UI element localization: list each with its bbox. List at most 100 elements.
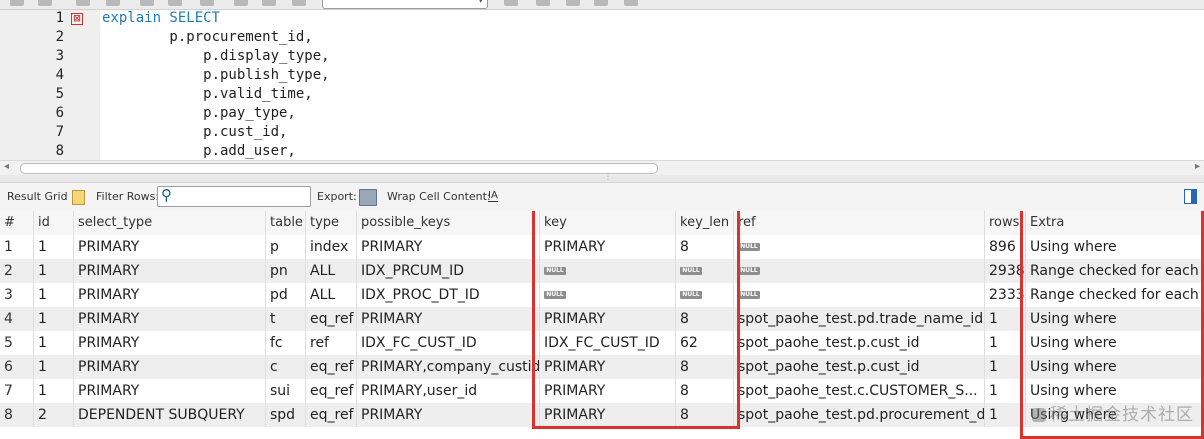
cell-key-len[interactable]: NULL — [676, 259, 734, 283]
cell-ref[interactable]: NULL — [734, 259, 985, 283]
open-icon[interactable] — [10, 0, 24, 6]
cell-table[interactable]: t — [266, 307, 306, 331]
cell-key[interactable]: NULL — [540, 283, 676, 307]
table-row[interactable]: 2 1 PRIMARY pn ALL IDX_PRCUM_ID NULL NULL NULL 29… — [0, 259, 1204, 283]
cell-type[interactable]: eq_ref — [306, 403, 357, 427]
cell-key-len[interactable]: NULL — [676, 283, 734, 307]
cell-extra[interactable]: Using where — [1026, 355, 1204, 379]
rollback-icon[interactable] — [262, 0, 276, 6]
table-row[interactable]: 5 1 PRIMARY fc ref IDX_FC_CUST_ID IDX_FC_CUST_… — [0, 331, 1204, 355]
cell-type[interactable]: eq_ref — [306, 379, 357, 403]
filter-rows-input[interactable]: ⚲ — [157, 186, 311, 207]
cell-possible-keys[interactable]: PRIMARY,company_custid — [357, 355, 540, 379]
cell-rows[interactable]: 1 — [985, 403, 1026, 427]
cell-rownum[interactable]: 3 — [0, 283, 34, 307]
cell-rownum[interactable]: 1 — [0, 235, 34, 259]
cell-extra[interactable]: Using where — [1026, 235, 1204, 259]
column-header-extra[interactable]: Extra — [1026, 211, 1204, 235]
cell-id[interactable]: 1 — [34, 379, 74, 403]
cell-id[interactable]: 1 — [34, 235, 74, 259]
cell-key-len[interactable]: 8 — [676, 307, 734, 331]
column-header-key-len[interactable]: key_len — [676, 211, 734, 235]
cell-rownum[interactable]: 8 — [0, 403, 34, 427]
cell-key-len[interactable]: 8 — [676, 235, 734, 259]
toggle-icon[interactable] — [200, 0, 214, 6]
cell-ref[interactable]: spot_paohe_test.pd.trade_name_id — [734, 307, 985, 331]
cell-key-len[interactable]: 8 — [676, 403, 734, 427]
cell-type[interactable]: ALL — [306, 259, 357, 283]
cell-type[interactable]: eq_ref — [306, 355, 357, 379]
code-line[interactable]: p.publish_type, — [102, 67, 329, 83]
cell-rownum[interactable]: 6 — [0, 355, 34, 379]
cell-select-type[interactable]: PRIMARY — [74, 259, 266, 283]
execute-icon[interactable] — [76, 0, 90, 6]
cell-rows[interactable]: 2938 — [985, 259, 1026, 283]
invisible-chars-icon[interactable] — [594, 0, 608, 6]
cell-rows[interactable]: 1 — [985, 307, 1026, 331]
table-row[interactable]: 4 1 PRIMARY t eq_ref PRIMARY PRIMARY 8 spot_paoh… — [0, 307, 1204, 331]
cell-type[interactable]: ALL — [306, 283, 357, 307]
export-icon[interactable] — [359, 189, 377, 206]
table-row[interactable]: 3 1 PRIMARY pd ALL IDX_PROC_DT_ID NULL NULL NULL… — [0, 283, 1204, 307]
scroll-right-icon[interactable]: ▸ — [1195, 161, 1200, 172]
cell-possible-keys[interactable]: IDX_PRCUM_ID — [357, 259, 540, 283]
stop-icon[interactable] — [168, 0, 182, 6]
cell-key[interactable]: PRIMARY — [540, 355, 676, 379]
column-header-table[interactable]: table — [266, 211, 306, 235]
cell-select-type[interactable]: PRIMARY — [74, 379, 266, 403]
explain-icon[interactable] — [140, 0, 154, 6]
cell-key[interactable]: PRIMARY — [540, 307, 676, 331]
cell-possible-keys[interactable]: PRIMARY — [357, 307, 540, 331]
cell-type[interactable]: index — [306, 235, 357, 259]
table-row[interactable]: 1 1 PRIMARY p index PRIMARY PRIMARY 8 NULL 896 Usi… — [0, 235, 1204, 259]
cell-key[interactable]: NULL — [540, 259, 676, 283]
column-header-ref[interactable]: ref — [734, 211, 985, 235]
cell-extra[interactable]: Range checked for each re — [1026, 283, 1204, 307]
scrollbar-thumb[interactable] — [20, 163, 658, 174]
column-header-select-type[interactable]: select_type — [74, 211, 266, 235]
commit-icon[interactable] — [234, 0, 248, 6]
cell-extra[interactable]: Using where — [1026, 331, 1204, 355]
scroll-left-icon[interactable]: ◂ — [4, 161, 9, 172]
autocommit-icon[interactable] — [292, 0, 306, 6]
cell-type[interactable]: ref — [306, 331, 357, 355]
table-row[interactable]: 7 1 PRIMARY sui eq_ref PRIMARY,user_id PRIMARY… — [0, 379, 1204, 403]
cell-ref[interactable]: NULL — [734, 235, 985, 259]
add-snippet-icon[interactable] — [504, 0, 518, 6]
column-header-rownum[interactable]: # — [0, 211, 34, 235]
cell-key[interactable]: PRIMARY — [540, 235, 676, 259]
cell-select-type[interactable]: PRIMARY — [74, 283, 266, 307]
cell-rownum[interactable]: 4 — [0, 307, 34, 331]
column-header-key[interactable]: key — [540, 211, 676, 235]
cell-extra[interactable]: Range checked for each re — [1026, 259, 1204, 283]
cell-key[interactable]: IDX_FC_CUST_ID — [540, 331, 676, 355]
cell-select-type[interactable]: PRIMARY — [74, 331, 266, 355]
cell-table[interactable]: pd — [266, 283, 306, 307]
toggle-panel-icon[interactable] — [1184, 189, 1197, 204]
cell-ref[interactable]: spot_paohe_test.p.cust_id — [734, 331, 985, 355]
cell-key[interactable]: PRIMARY — [540, 379, 676, 403]
cell-id[interactable]: 1 — [34, 331, 74, 355]
code-line[interactable]: p.cust_id, — [102, 124, 287, 140]
column-header-type[interactable]: type — [306, 211, 357, 235]
code-line[interactable]: explain SELECT — [102, 10, 220, 26]
column-header-id[interactable]: id — [34, 211, 74, 235]
cell-ref[interactable]: spot_paohe_test.p.cust_id — [734, 355, 985, 379]
cell-rows[interactable]: 2333 — [985, 283, 1026, 307]
column-header-possible-keys[interactable]: possible_keys — [357, 211, 540, 235]
sql-editor[interactable]: ⊠ 1 explain SELECT 2 p.procurement_id, 3 p.… — [0, 10, 1204, 160]
code-line[interactable]: p.procurement_id, — [102, 29, 312, 45]
table-row[interactable]: 8 2 DEPENDENT SUBQUERY spd eq_ref PRIMARY PRIM… — [0, 403, 1204, 427]
editor-horizontal-scrollbar[interactable]: ◂ ▸ — [0, 160, 1204, 175]
cell-rows[interactable]: 1 — [985, 355, 1026, 379]
table-row[interactable]: 6 1 PRIMARY c eq_ref PRIMARY,company_custid PR… — [0, 355, 1204, 379]
code-line[interactable]: p.display_type, — [102, 48, 329, 64]
find-icon[interactable] — [566, 0, 580, 6]
wrap-lines-icon[interactable] — [624, 0, 638, 6]
result-grid-label[interactable]: Result Grid — [7, 190, 68, 203]
limit-rows-select[interactable]: ▾ — [322, 0, 488, 9]
cell-table[interactable]: sui — [266, 379, 306, 403]
cell-rows[interactable]: 1 — [985, 379, 1026, 403]
execute-current-icon[interactable] — [106, 0, 120, 6]
cell-table[interactable]: spd — [266, 403, 306, 427]
